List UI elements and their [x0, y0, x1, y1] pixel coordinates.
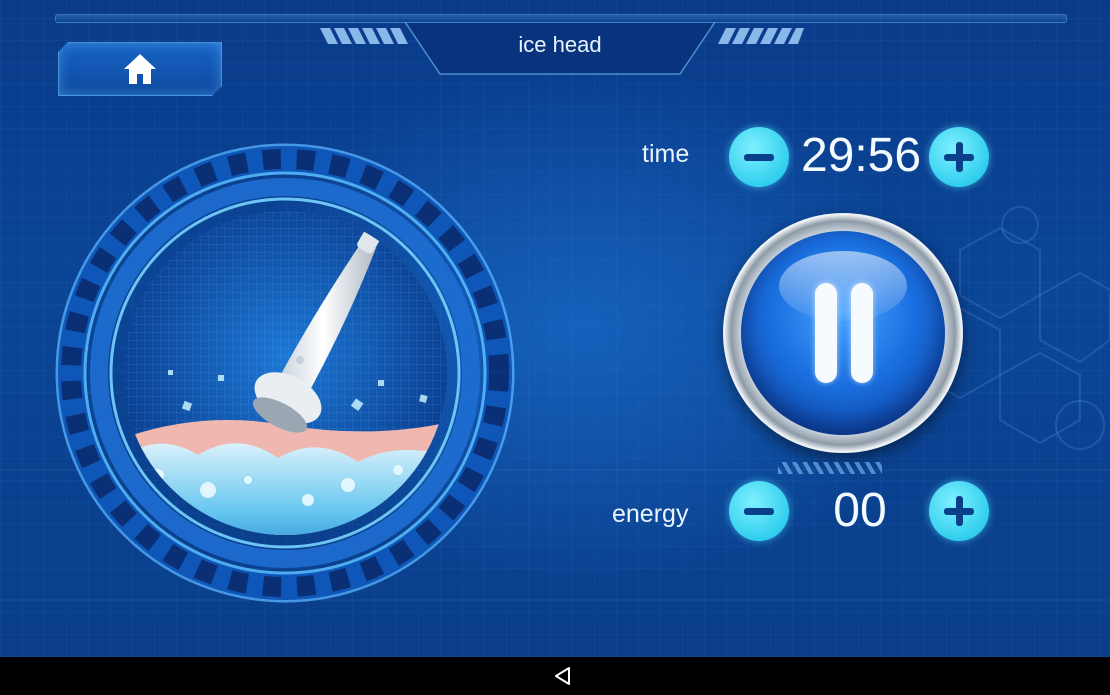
back-triangle-icon[interactable] [551, 664, 575, 688]
plus-icon [944, 142, 974, 172]
minus-icon [744, 508, 774, 515]
time-value: 29:56 [800, 129, 922, 182]
energy-decrease-button[interactable] [729, 481, 789, 541]
title-stripes-right [718, 28, 804, 44]
time-increase-button[interactable] [929, 127, 989, 187]
page-title: ice head [518, 32, 602, 57]
pause-button-gloss [779, 251, 907, 321]
energy-value: 00 [833, 484, 887, 537]
pause-button-face [741, 231, 945, 435]
energy-increase-button[interactable] [929, 481, 989, 541]
system-navigation-bar [0, 657, 1110, 695]
time-decrease-button[interactable] [729, 127, 789, 187]
main-screen: ice head time 29:56 energy 00 [0, 0, 1110, 657]
energy-label: energy [612, 500, 689, 528]
ice-head-illustration [55, 143, 515, 603]
time-label: time [642, 140, 690, 168]
home-icon [122, 52, 158, 86]
minus-icon [744, 154, 774, 161]
status-stripes [778, 462, 882, 474]
title-tab: ice head [395, 22, 725, 76]
title-stripes-left [320, 28, 408, 44]
plus-icon [944, 496, 974, 526]
home-button[interactable] [58, 42, 222, 96]
pause-button[interactable] [723, 213, 963, 453]
